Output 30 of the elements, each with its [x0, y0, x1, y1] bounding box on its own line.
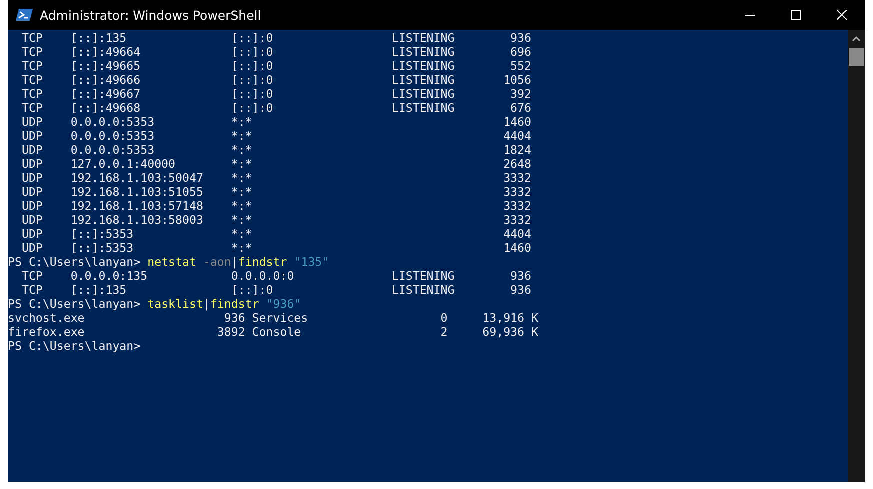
maximize-icon — [791, 10, 801, 20]
window-title: Administrator: Windows PowerShell — [40, 8, 262, 22]
output-line: firefox.exe 3892 Console 2 69,936 K — [8, 325, 538, 339]
output-line: TCP [::]:135 [::]:0 LISTENING 936 — [20, 31, 532, 45]
close-icon — [837, 10, 847, 20]
output-line: UDP 0.0.0.0:5353 *:* 4404 — [20, 129, 532, 143]
output-line: UDP 192.168.1.103:51055 *:* 3332 — [20, 185, 532, 199]
output-line: UDP 127.0.0.1:40000 *:* 2648 — [20, 157, 532, 171]
scrollbar[interactable] — [848, 30, 865, 482]
output-line: TCP [::]:49664 [::]:0 LISTENING 696 — [20, 45, 532, 59]
output-line: UDP [::]:5353 *:* 1460 — [20, 241, 532, 255]
output-line: svchost.exe 936 Services 0 13,916 K — [8, 311, 538, 325]
scroll-up-icon[interactable] — [852, 36, 861, 42]
output-line: UDP [::]:5353 *:* 4404 — [20, 227, 532, 241]
output-line: TCP [::]:49666 [::]:0 LISTENING 1056 — [20, 73, 532, 87]
command-line: PS C:\Users\lanyan> tasklist|findstr "936" — [8, 297, 302, 311]
output-line: UDP 192.168.1.103:57148 *:* 3332 — [20, 199, 532, 213]
command-line: PS C:\Users\lanyan> netstat -aon|findstr "135" — [8, 255, 330, 269]
output-line: TCP [::]:49665 [::]:0 LISTENING 552 — [20, 59, 532, 73]
output-line: UDP 0.0.0.0:5353 *:* 1824 — [20, 143, 532, 157]
output-line: TCP [::]:135 [::]:0 LISTENING 936 — [20, 283, 532, 297]
output-line: UDP 192.168.1.103:58003 *:* 3332 — [20, 213, 532, 227]
command-line: PS C:\Users\lanyan> — [8, 339, 141, 353]
scrollbar-thumb[interactable] — [849, 48, 864, 66]
output-line: UDP 192.168.1.103:50047 *:* 3332 — [20, 171, 532, 185]
output-line: UDP 0.0.0.0:5353 *:* 1460 — [20, 115, 532, 129]
output-line: TCP [::]:49668 [::]:0 LISTENING 676 — [20, 101, 532, 115]
powershell-icon — [16, 8, 33, 22]
output-line: TCP [::]:49667 [::]:0 LISTENING 392 — [20, 87, 532, 101]
output-line: TCP 0.0.0.0:135 0.0.0.0:0 LISTENING 936 — [20, 269, 532, 283]
